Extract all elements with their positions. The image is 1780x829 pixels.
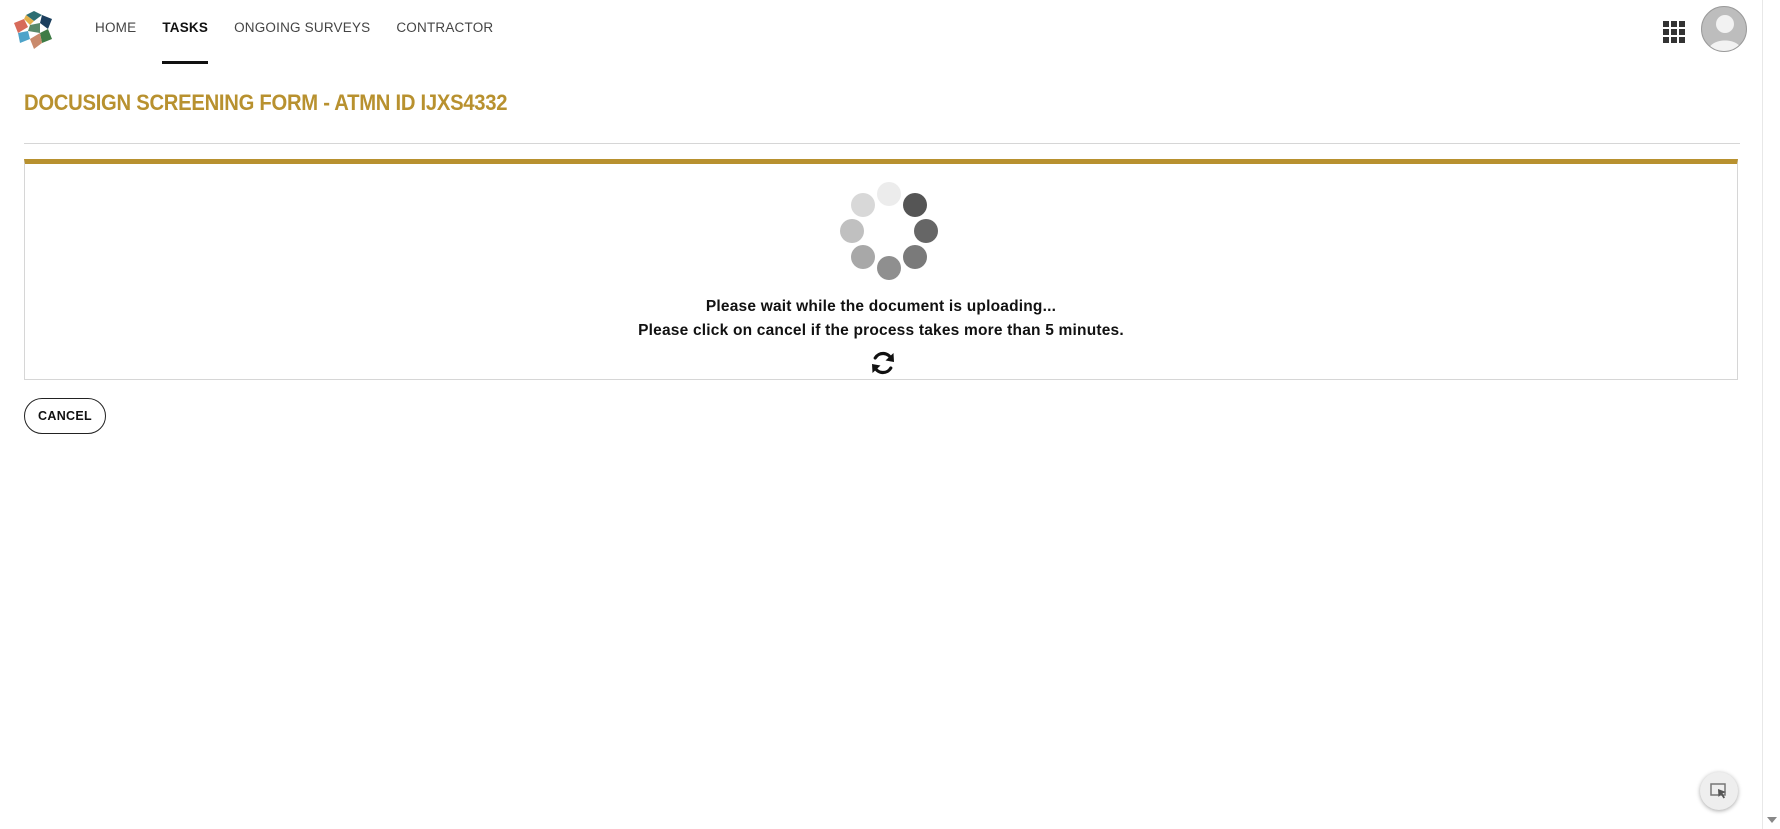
- hexagon-pattern-logo-icon[interactable]: [12, 9, 56, 51]
- upload-wait-message: Please wait while the document is upload…: [705, 298, 1057, 315]
- vertical-scrollbar[interactable]: [1762, 0, 1780, 829]
- page-title: DOCUSIGN SCREENING FORM - ATMN ID IJXS43…: [24, 90, 508, 115]
- title-divider: [24, 143, 1740, 144]
- screen-select-helper-button[interactable]: [1700, 772, 1738, 810]
- cancel-button[interactable]: CANCEL: [24, 398, 106, 434]
- top-navigation-bar: HOME TASKS ONGOING SURVEYS CONTRACTOR: [0, 0, 1762, 64]
- user-avatar-icon[interactable]: [1701, 6, 1747, 52]
- screen-select-icon: [1710, 783, 1726, 799]
- main-nav: HOME TASKS ONGOING SURVEYS CONTRACTOR: [95, 0, 519, 64]
- refresh-icon[interactable]: [869, 349, 897, 377]
- scroll-down-arrow-icon[interactable]: [1767, 817, 1777, 823]
- nav-tasks[interactable]: TASKS: [162, 0, 208, 64]
- loading-spinner-icon: [840, 182, 938, 280]
- upload-status-panel: Please wait while the document is upload…: [24, 159, 1738, 380]
- nav-home[interactable]: HOME: [95, 0, 136, 60]
- nav-contractor[interactable]: CONTRACTOR: [396, 0, 493, 60]
- grid-apps-icon[interactable]: [1663, 21, 1685, 43]
- upload-cancel-hint: Please click on cancel if the process ta…: [638, 322, 1124, 339]
- nav-ongoing-surveys[interactable]: ONGOING SURVEYS: [234, 0, 370, 60]
